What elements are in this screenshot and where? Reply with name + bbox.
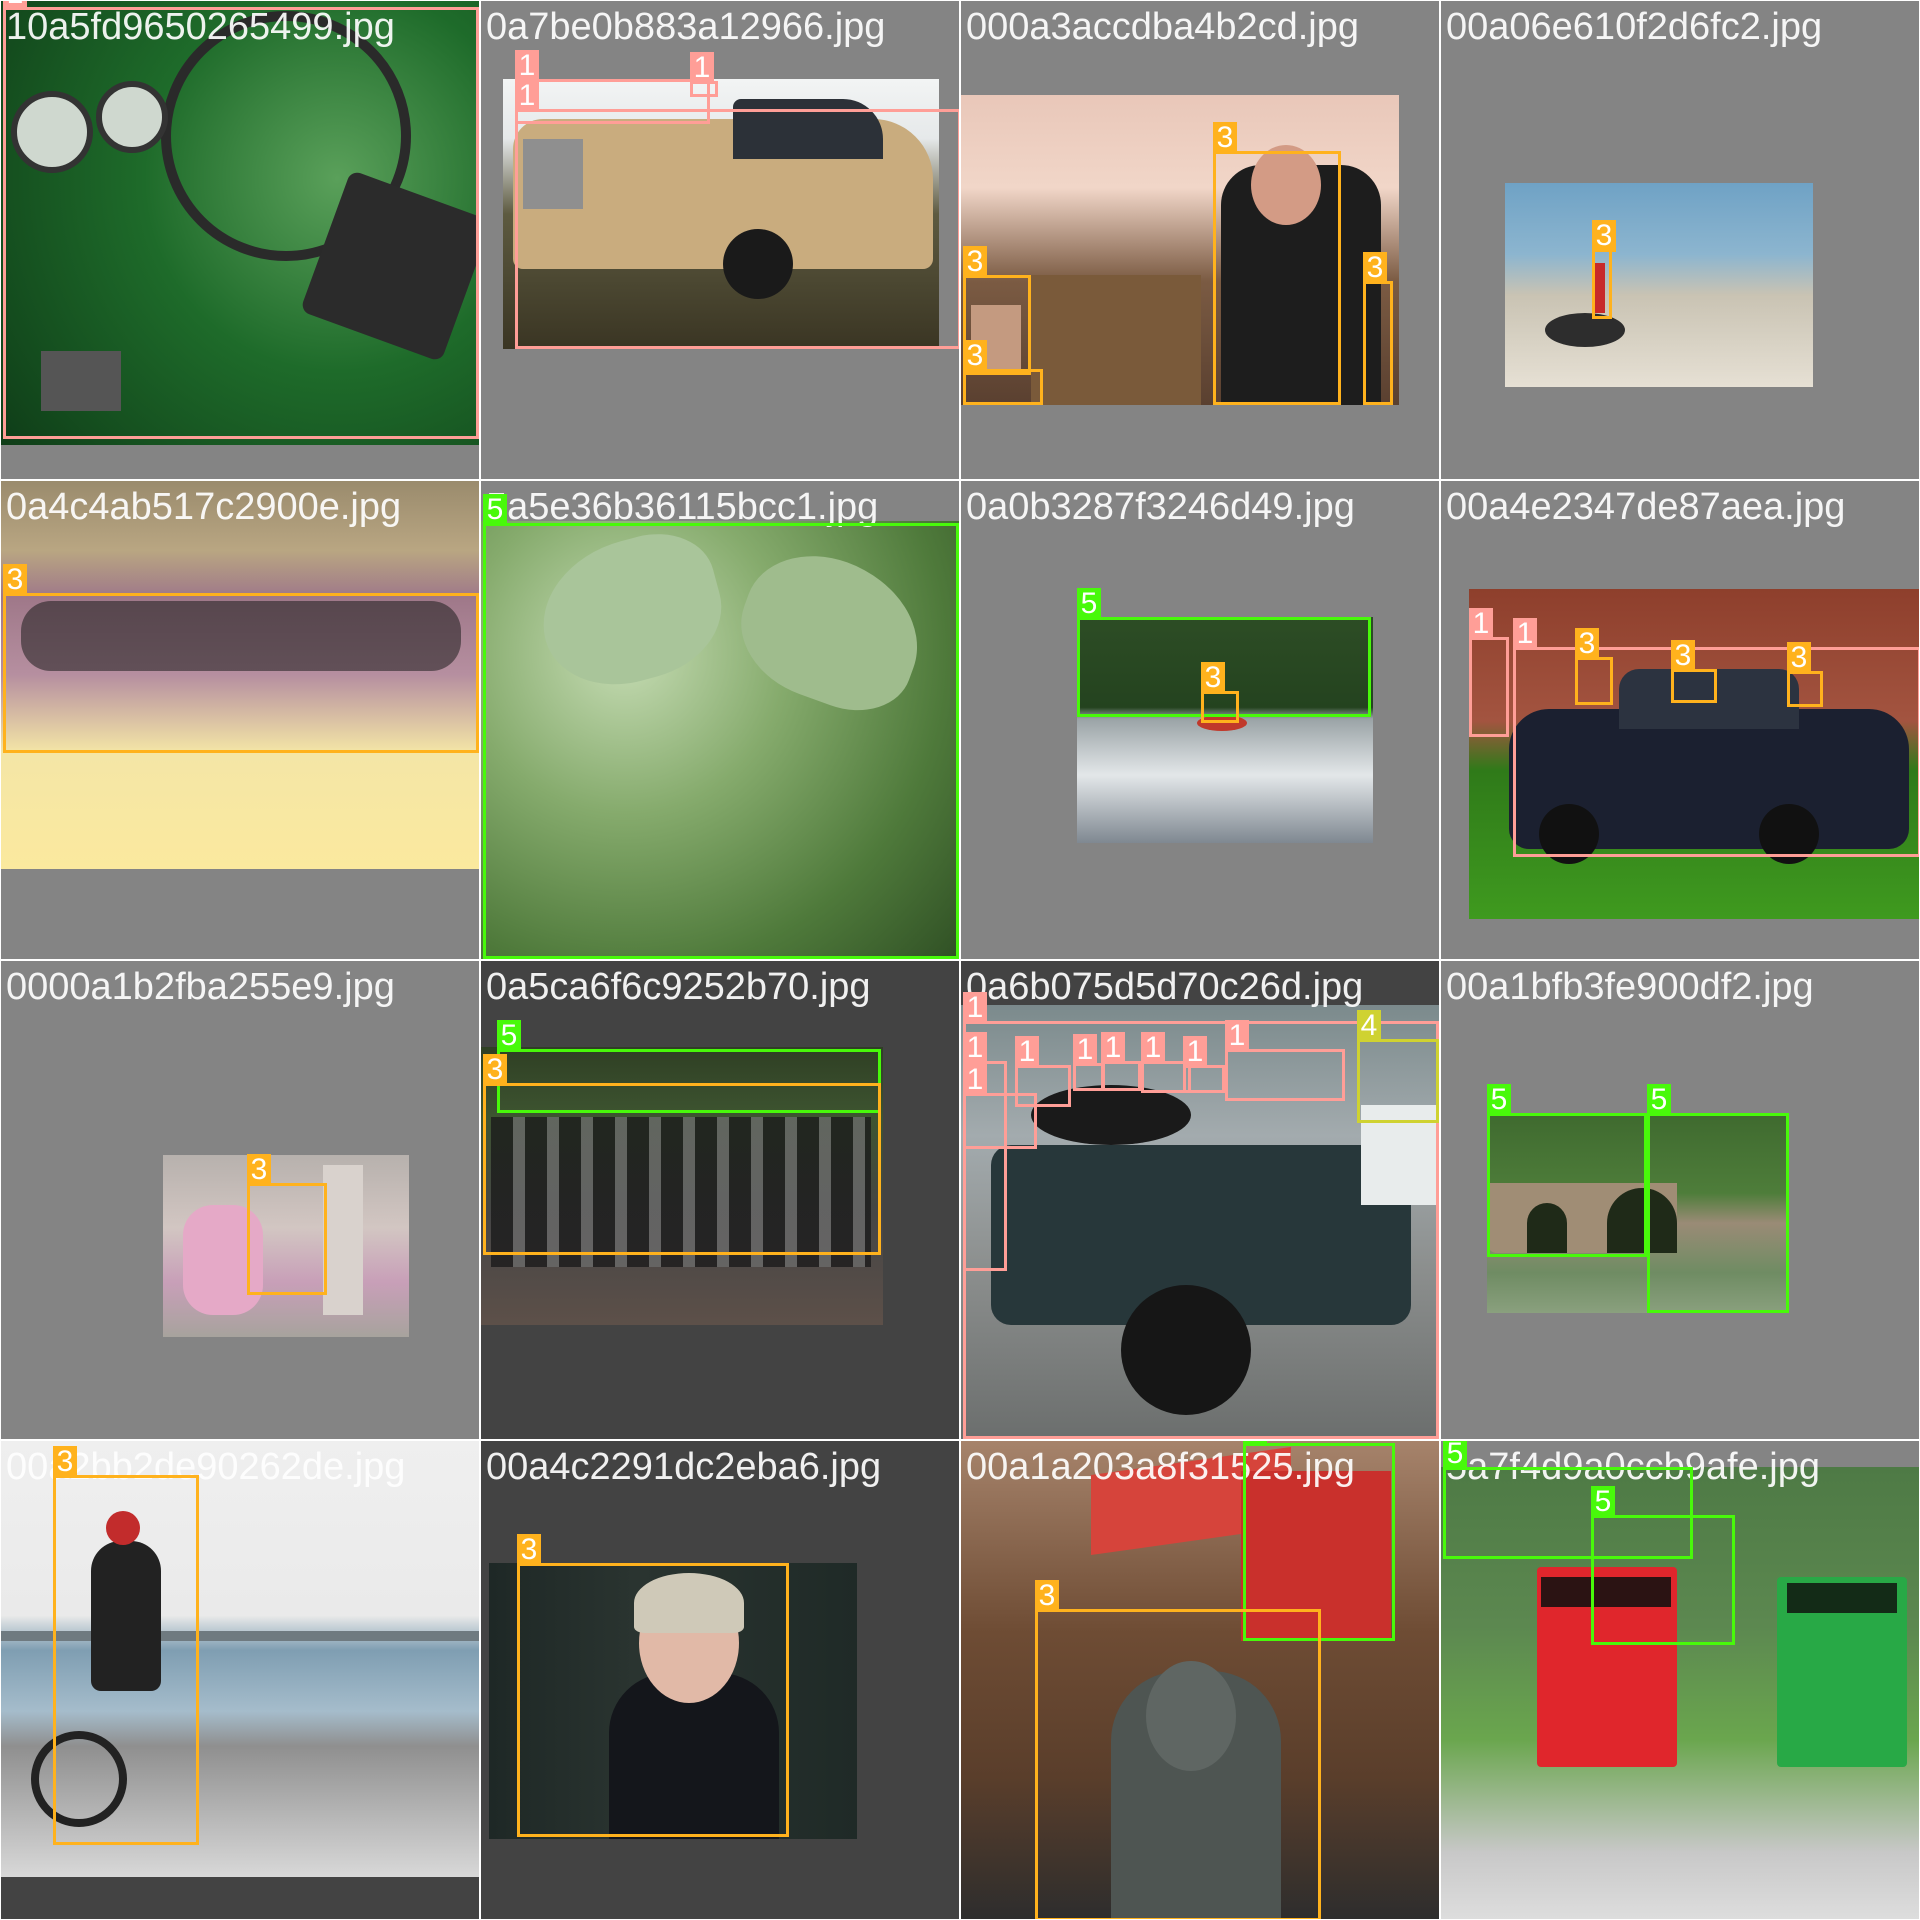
bbox-class-label: 1 (1141, 1032, 1165, 1064)
bbox[interactable]: 3 (483, 1054, 881, 1255)
tile-6[interactable]: 0a0b3287f3246d49.jpg 5 3 (960, 480, 1440, 960)
bbox-class-label: 3 (1035, 1580, 1059, 1612)
tile-photo (1505, 183, 1813, 387)
bbox-class-label: 5 (1243, 1441, 1267, 1446)
bbox[interactable]: 1 (1015, 1036, 1071, 1107)
bbox-class-label: 3 (517, 1534, 541, 1566)
tile-10[interactable]: 0a6b075d5d70c26d.jpg 1 1 1 1 1 1 1 1 1 4 (960, 960, 1440, 1440)
bbox-class-label: 1 (1183, 1036, 1207, 1068)
bbox-class-label: 5 (1591, 1486, 1615, 1518)
bbox-class-label: 1 (1513, 618, 1537, 650)
bbox[interactable]: 4 (1357, 1010, 1439, 1123)
tile-3[interactable]: 00a06e610f2d6fc2.jpg 3 (1440, 0, 1920, 480)
bbox[interactable]: 5 (1647, 1084, 1789, 1313)
bbox[interactable]: 1 (1183, 1036, 1225, 1093)
tile-filename: 0a6b075d5d70c26d.jpg (966, 966, 1364, 1008)
bbox[interactable]: 5 (1487, 1084, 1647, 1257)
tile-0[interactable]: 10a5fd9650265499.jpg 1 (0, 0, 480, 480)
bbox[interactable]: 1 (1101, 1032, 1141, 1091)
bbox-class-label: 3 (1201, 662, 1225, 694)
bbox[interactable]: 1 (1225, 1020, 1345, 1101)
tile-filename: 0a5ca6f6c9252b70.jpg (486, 966, 871, 1008)
bbox-class-label: 5 (497, 1020, 521, 1052)
bbox-class-label: 1 (1015, 1036, 1039, 1068)
bbox-class-label: 1 (1469, 608, 1493, 640)
tile-2[interactable]: 000a3accdba4b2cd.jpg 3 3 3 3 (960, 0, 1440, 480)
bbox[interactable]: 5 (483, 494, 959, 959)
tile-5[interactable]: 5a5e36b36115bcc1.jpg 5 (480, 480, 960, 960)
bbox[interactable]: 3 (1201, 662, 1239, 723)
bbox[interactable]: 3 (3, 564, 479, 753)
bbox-class-label: 1 (515, 80, 539, 112)
bbox[interactable]: 3 (963, 340, 1043, 405)
bbox-class-label: 3 (963, 340, 987, 372)
bbox[interactable]: 3 (1787, 642, 1823, 707)
bbox[interactable]: 3 (517, 1534, 789, 1837)
bbox-class-label: 5 (1077, 588, 1101, 620)
bbox-class-label: 3 (1671, 640, 1695, 672)
bbox-class-label: 3 (1363, 252, 1387, 284)
bbox-class-label: 3 (3, 564, 27, 596)
tile-filename: 0a7be0b883a12966.jpg (486, 6, 886, 48)
tile-11[interactable]: 00a1bfb3fe900df2.jpg 5 5 (1440, 960, 1920, 1440)
tile-14[interactable]: 00a1a203a8f31525.jpg 5 3 (960, 1440, 1440, 1920)
bbox[interactable]: 3 (1671, 640, 1717, 703)
tile-13[interactable]: 00a4c2291dc2eba6.jpg 3 (480, 1440, 960, 1920)
tile-15[interactable]: 5a7f4d9a0ccb9afe.jpg 5 5 (1440, 1440, 1920, 1920)
detection-mosaic: 10a5fd9650265499.jpg 1 0a7be0b883a12966.… (0, 0, 1920, 1920)
tile-9[interactable]: 0a5ca6f6c9252b70.jpg 5 3 (480, 960, 960, 1440)
bbox-class-label: 1 (1073, 1034, 1097, 1066)
bbox[interactable]: 1 (515, 80, 959, 349)
bbox[interactable]: 3 (247, 1154, 327, 1295)
tile-1[interactable]: 0a7be0b883a12966.jpg 1 1 1 (480, 0, 960, 480)
bbox-class-label: 1 (690, 52, 714, 84)
tile-filename: 000a3accdba4b2cd.jpg (966, 6, 1360, 48)
bbox-class-label: 1 (963, 1032, 987, 1064)
bbox-class-label: 3 (1787, 642, 1811, 674)
bbox[interactable]: 3 (1035, 1580, 1321, 1919)
bbox-class-label: 1 (963, 992, 987, 1024)
tile-filename: 00a4c2291dc2eba6.jpg (486, 1446, 882, 1488)
bbox[interactable]: 3 (53, 1446, 199, 1845)
bbox-class-label: 1 (963, 1064, 987, 1096)
bbox-class-label: 3 (247, 1154, 271, 1186)
tile-8[interactable]: 0000a1b2fba255e9.jpg 3 (0, 960, 480, 1440)
bbox-class-label: 3 (483, 1054, 507, 1086)
bbox[interactable]: 1 (3, 1, 479, 439)
bbox-class-label: 3 (1592, 220, 1616, 252)
tile-filename: 00a1bfb3fe900df2.jpg (1446, 966, 1814, 1008)
bbox-class-label: 4 (1357, 1010, 1381, 1042)
tile-filename: 0a4c4ab517c2900e.jpg (6, 486, 402, 528)
bbox-class-label: 3 (1575, 628, 1599, 660)
tile-filename: 00a4e2347de87aea.jpg (1446, 486, 1846, 528)
tile-7[interactable]: 00a4e2347de87aea.jpg 1 1 3 3 3 (1440, 480, 1920, 960)
bbox[interactable]: 5 (1591, 1486, 1735, 1645)
bbox-class-label: 5 (483, 494, 507, 526)
bbox[interactable]: 3 (1363, 252, 1393, 405)
bbox-class-label: 3 (963, 246, 987, 278)
bbox-class-label: 5 (1647, 1084, 1671, 1116)
bbox-class-label: 1 (515, 50, 539, 82)
bbox-class-label: 1 (1101, 1032, 1125, 1064)
bbox-class-label: 1 (3, 1, 27, 10)
bbox-class-label: 3 (53, 1446, 77, 1478)
bbox[interactable]: 3 (1592, 220, 1616, 319)
bbox-class-label: 5 (1443, 1441, 1467, 1470)
bbox-class-label: 5 (1487, 1084, 1511, 1116)
tile-12[interactable]: 00a2bb2de90262de.jpg 3 (0, 1440, 480, 1920)
tile-filename: 0a0b3287f3246d49.jpg (966, 486, 1355, 528)
tile-filename: 0000a1b2fba255e9.jpg (6, 966, 395, 1008)
bbox-class-label: 3 (1213, 122, 1237, 154)
bbox[interactable]: 1 (1469, 608, 1509, 737)
bbox[interactable]: 1 (690, 52, 718, 97)
bbox[interactable]: 3 (1213, 122, 1341, 405)
bbox-class-label: 1 (1225, 1020, 1249, 1052)
tile-4[interactable]: 0a4c4ab517c2900e.jpg 3 (0, 480, 480, 960)
bbox[interactable]: 3 (1575, 628, 1613, 705)
tile-filename: 00a06e610f2d6fc2.jpg (1446, 6, 1823, 48)
